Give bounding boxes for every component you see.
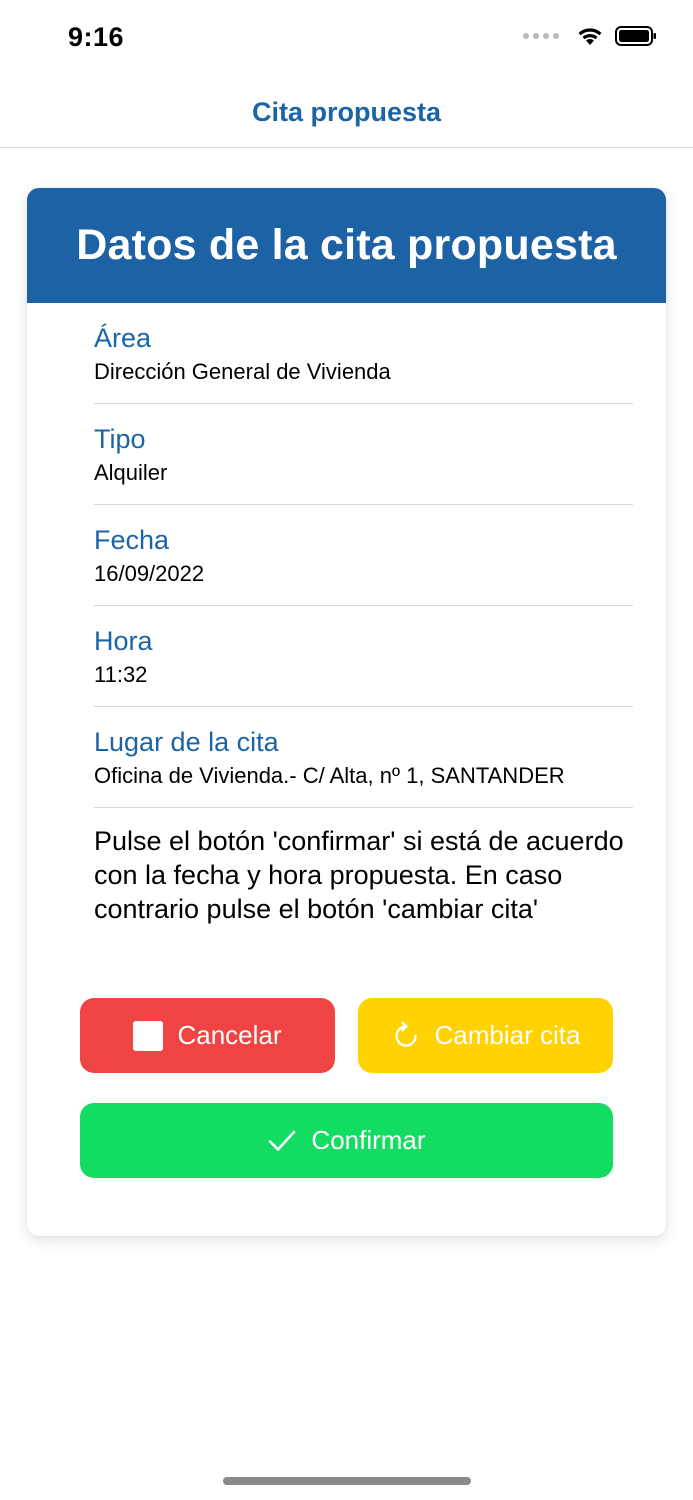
field-value: 11:32 bbox=[94, 662, 148, 687]
instructions-text: Pulse el botón 'confirmar' si está de ac… bbox=[94, 826, 624, 924]
stop-icon bbox=[133, 1020, 164, 1051]
field-fecha: Fecha 16/09/2022 bbox=[94, 505, 633, 606]
field-lugar: Lugar de la cita Oficina de Vivienda.- C… bbox=[94, 707, 633, 808]
field-area: Área Dirección General de Vivienda bbox=[94, 303, 633, 404]
field-value: Dirección General de Vivienda bbox=[94, 359, 391, 384]
status-bar: 9:16 bbox=[0, 0, 693, 78]
status-time: 9:16 bbox=[68, 22, 125, 52]
appointment-card: Datos de la cita propuesta Área Direcció… bbox=[27, 188, 666, 1236]
card-header: Datos de la cita propuesta bbox=[27, 188, 666, 303]
status-icons bbox=[523, 26, 657, 46]
confirm-button-label: Confirmar bbox=[311, 1125, 426, 1155]
appointment-fields: Área Dirección General de Vivienda Tipo … bbox=[94, 303, 633, 808]
change-appointment-button[interactable]: Cambiar cita bbox=[358, 998, 613, 1073]
field-label: Fecha bbox=[94, 525, 170, 555]
field-label: Área bbox=[94, 323, 152, 353]
refresh-icon bbox=[391, 1021, 421, 1051]
change-appointment-label: Cambiar cita bbox=[434, 1020, 581, 1050]
battery-icon bbox=[615, 26, 657, 46]
nav-title: Cita propuesta bbox=[251, 97, 442, 127]
field-value: Alquiler bbox=[94, 460, 168, 485]
checkmark-icon bbox=[267, 1128, 297, 1154]
signal-dots-icon bbox=[523, 33, 559, 39]
field-tipo: Tipo Alquiler bbox=[94, 404, 633, 505]
field-hora: Hora 11:32 bbox=[94, 606, 633, 707]
cancel-button-label: Cancelar bbox=[177, 1020, 282, 1050]
confirm-button[interactable]: Confirmar bbox=[80, 1103, 613, 1178]
navigation-bar: Cita propuesta bbox=[0, 78, 693, 148]
field-label: Lugar de la cita bbox=[94, 727, 279, 757]
cancel-button[interactable]: Cancelar bbox=[80, 998, 335, 1073]
field-label: Hora bbox=[94, 626, 153, 656]
field-label: Tipo bbox=[94, 424, 146, 454]
card-title: Datos de la cita propuesta bbox=[76, 221, 617, 269]
wifi-icon bbox=[577, 26, 603, 46]
field-value: Oficina de Vivienda.- C/ Alta, nº 1, SAN… bbox=[94, 763, 565, 788]
home-indicator[interactable] bbox=[223, 1477, 471, 1485]
field-value: 16/09/2022 bbox=[94, 561, 205, 586]
